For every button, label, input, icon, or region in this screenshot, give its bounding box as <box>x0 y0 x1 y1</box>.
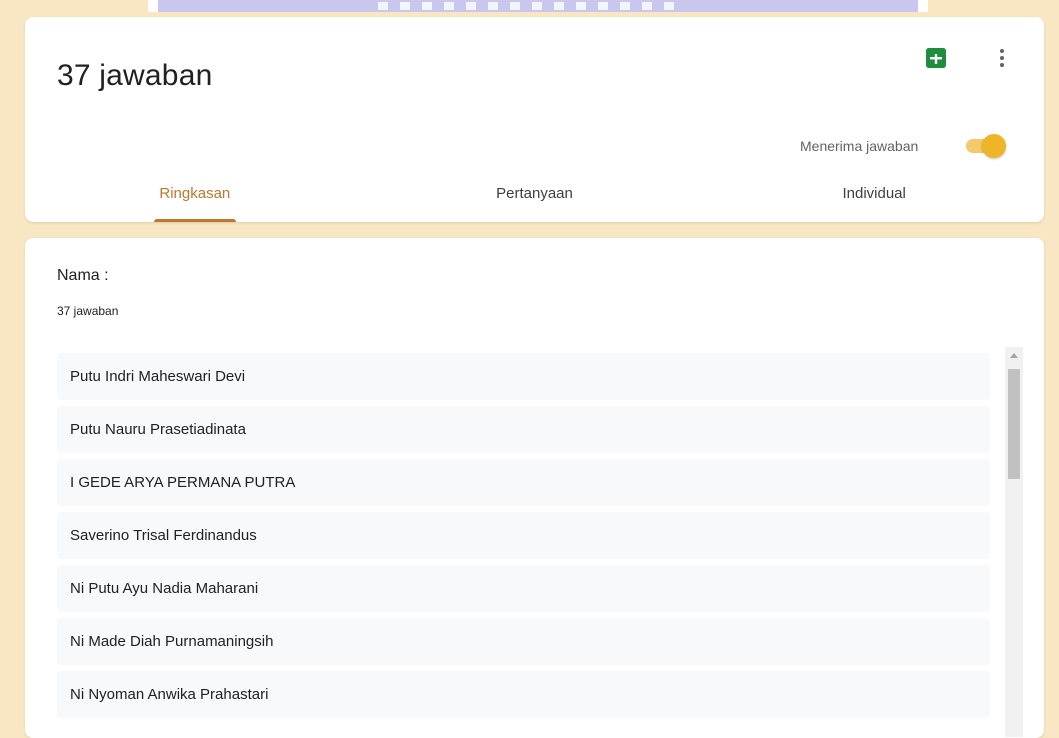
tab-label: Ringkasan <box>159 185 231 202</box>
tab-ringkasan[interactable]: Ringkasan <box>25 177 365 222</box>
response-list: Putu Indri Maheswari Devi Putu Nauru Pra… <box>57 353 990 724</box>
more-dot <box>1000 63 1004 67</box>
google-sheets-icon[interactable] <box>926 48 946 68</box>
tab-pertanyaan[interactable]: Pertanyaan <box>365 177 705 222</box>
toggle-knob <box>982 134 1006 158</box>
question-summary-card: Nama : 37 jawaban Putu Indri Maheswari D… <box>25 238 1044 738</box>
responses-header-card: 37 jawaban Menerima jawaban Ringkasan Pe… <box>25 17 1044 222</box>
header-banner-image <box>148 0 928 12</box>
list-item: Saverino Trisal Ferdinandus <box>57 512 990 559</box>
tab-individual[interactable]: Individual <box>704 177 1044 222</box>
list-item: Putu Nauru Prasetiadinata <box>57 406 990 453</box>
question-title: Nama : <box>57 267 109 284</box>
tab-label: Individual <box>842 185 906 202</box>
more-vert-icon[interactable] <box>990 45 1014 71</box>
accepting-responses-label: Menerima jawaban <box>800 138 919 154</box>
response-list-scrollbar[interactable] <box>1005 347 1023 737</box>
more-dot <box>1000 49 1004 53</box>
list-item: Ni Nyoman Anwika Prahastari <box>57 671 990 718</box>
question-response-count: 37 jawaban <box>57 304 119 318</box>
list-item: Ni Made Diah Purnamaningsih <box>57 618 990 665</box>
list-item: Ni Putu Ayu Nadia Maharani <box>57 565 990 612</box>
accepting-responses-toggle[interactable] <box>964 133 1006 158</box>
list-item: Putu Indri Maheswari Devi <box>57 353 990 400</box>
scrollbar-thumb[interactable] <box>1008 369 1020 479</box>
list-item: I GEDE ARYA PERMANA PUTRA <box>57 459 990 506</box>
responses-count-title: 37 jawaban <box>57 59 213 92</box>
more-dot <box>1000 56 1004 60</box>
tab-label: Pertanyaan <box>496 185 573 202</box>
responses-tabs: Ringkasan Pertanyaan Individual <box>25 177 1044 222</box>
scroll-up-arrow-icon[interactable] <box>1010 353 1018 358</box>
active-tab-indicator <box>153 219 236 222</box>
header-banner-strip <box>0 0 1059 12</box>
